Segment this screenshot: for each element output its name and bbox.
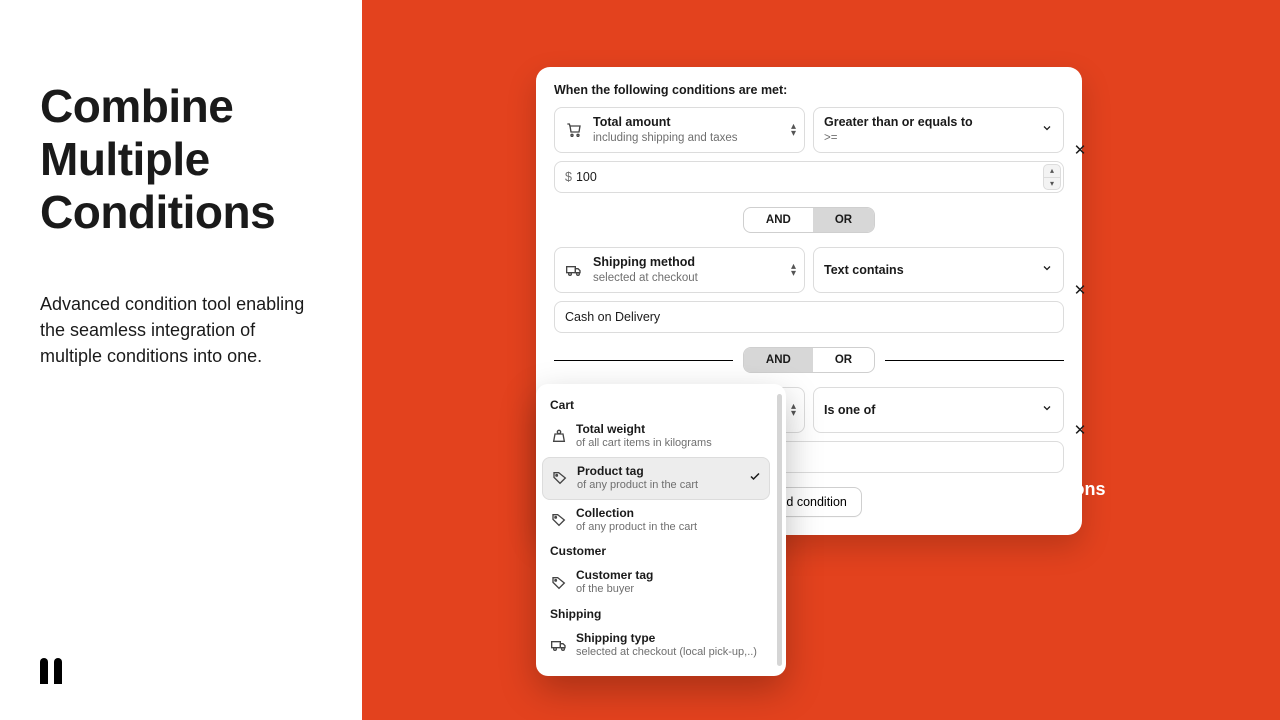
value-number-input[interactable]: $ 100 ▴ ▾ <box>554 161 1064 193</box>
card-title: When the following conditions are met: <box>554 83 1064 97</box>
value-text: Cash on Delivery <box>565 310 660 324</box>
value-text-input[interactable]: Cash on Delivery <box>554 301 1064 333</box>
remove-condition-button[interactable]: ✕ <box>1072 281 1088 299</box>
truck-icon <box>550 636 568 654</box>
and-or-toggle[interactable]: AND OR <box>743 207 875 233</box>
and-option[interactable]: AND <box>744 348 813 372</box>
tag-icon <box>550 511 568 529</box>
operator-select[interactable]: Text contains <box>813 247 1064 293</box>
option-subtitle: of any product in the cart <box>576 521 697 535</box>
tag-icon <box>551 469 569 487</box>
condition-row-1: Total amount including shipping and taxe… <box>554 107 1064 193</box>
headline: Combine Multiple Conditions <box>40 80 322 239</box>
logic-join-2: AND OR <box>554 347 1064 373</box>
operator-label: Greater than or equals to <box>824 115 973 131</box>
option-subtitle: selected at checkout (local pick-up,..) <box>576 646 757 660</box>
currency-prefix: $ <box>565 170 572 184</box>
option-title: Total weight <box>576 422 712 437</box>
dropdown-group-header: Cart <box>542 394 780 416</box>
headline-line: Conditions <box>40 186 275 238</box>
dropdown-option-customer-tag[interactable]: Customer tag of the buyer <box>542 562 770 603</box>
subheadline: Advanced condition tool enabling the sea… <box>40 291 320 369</box>
field-label: Shipping method <box>593 255 698 271</box>
chevron-down-icon <box>1041 401 1053 419</box>
condition-row-2: Shipping method selected at checkout ▴▾ … <box>554 247 1064 333</box>
sort-caret-icon: ▴▾ <box>791 123 796 137</box>
headline-line: Combine <box>40 80 233 132</box>
operator-select[interactable]: Is one of <box>813 387 1064 433</box>
dropdown-option-product-tag[interactable]: Product tag of any product in the cart <box>542 457 770 500</box>
field-dropdown-panel[interactable]: Cart Total weight of all cart items in k… <box>536 384 786 676</box>
remove-condition-button[interactable]: ✕ <box>1072 141 1088 159</box>
cart-icon <box>565 121 583 139</box>
dropdown-option-total-weight[interactable]: Total weight of all cart items in kilogr… <box>542 416 770 457</box>
option-title: Product tag <box>577 464 698 479</box>
option-subtitle: of the buyer <box>576 583 653 597</box>
option-title: Shipping type <box>576 631 757 646</box>
field-sublabel: selected at checkout <box>593 271 698 285</box>
step-up-icon[interactable]: ▴ <box>1043 164 1061 177</box>
condition-field-select[interactable]: Total amount including shipping and taxe… <box>554 107 805 153</box>
brand-logo <box>40 658 62 684</box>
operator-sublabel: >= <box>824 131 973 145</box>
check-icon <box>749 471 761 486</box>
remove-condition-button[interactable]: ✕ <box>1072 421 1088 439</box>
and-or-toggle[interactable]: AND OR <box>743 347 875 373</box>
operator-select[interactable]: Greater than or equals to >= <box>813 107 1064 153</box>
dropdown-option-shipping-type[interactable]: Shipping type selected at checkout (loca… <box>542 625 770 666</box>
weight-icon <box>550 427 568 445</box>
logic-join-1: AND OR <box>554 207 1064 233</box>
condition-field-select[interactable]: Shipping method selected at checkout ▴▾ <box>554 247 805 293</box>
operator-label: Text contains <box>824 263 904 277</box>
operator-label: Is one of <box>824 403 875 417</box>
option-subtitle: of all cart items in kilograms <box>576 437 712 451</box>
more-conditions-tagline: ...and 20+ more conditions <box>878 479 1240 500</box>
sort-caret-icon: ▴▾ <box>791 263 796 277</box>
field-label: Total amount <box>593 115 738 131</box>
step-down-icon[interactable]: ▾ <box>1043 177 1061 191</box>
dropdown-group-header: Customer <box>542 540 780 562</box>
option-title: Customer tag <box>576 568 653 583</box>
chevron-down-icon <box>1041 261 1053 279</box>
hero-background: When the following conditions are met: T… <box>362 0 1280 720</box>
or-option[interactable]: OR <box>813 348 874 372</box>
headline-line: Multiple <box>40 133 210 185</box>
field-sublabel: including shipping and taxes <box>593 131 738 145</box>
chevron-down-icon <box>1041 121 1053 139</box>
option-title: Collection <box>576 506 697 521</box>
truck-icon <box>565 261 583 279</box>
divider-line <box>885 360 1064 361</box>
or-option[interactable]: OR <box>813 208 874 232</box>
dropdown-option-collection[interactable]: Collection of any product in the cart <box>542 500 770 541</box>
and-option[interactable]: AND <box>744 208 813 232</box>
sort-caret-icon: ▴▾ <box>791 403 796 417</box>
dropdown-group-header: Shipping <box>542 603 780 625</box>
number-stepper[interactable]: ▴ ▾ <box>1043 164 1061 190</box>
marketing-sidebar: Combine Multiple Conditions Advanced con… <box>0 0 362 720</box>
tag-icon <box>550 574 568 592</box>
value-text: 100 <box>576 170 597 184</box>
divider-line <box>554 360 733 361</box>
option-subtitle: of any product in the cart <box>577 479 698 493</box>
